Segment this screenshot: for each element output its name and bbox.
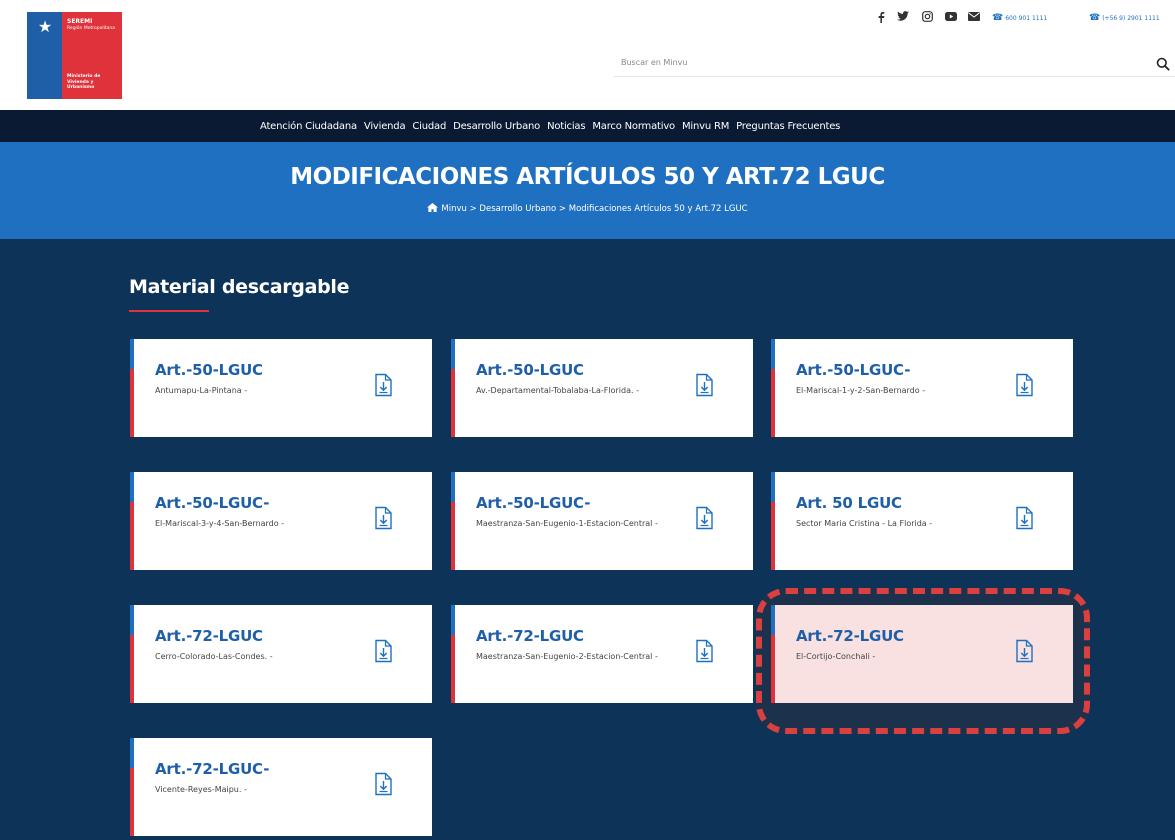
- card-title: Art.-50-LGUC-: [155, 494, 270, 512]
- card-subtitle: Antumapu-La-Pintana -: [155, 386, 248, 395]
- card-title: Art.-72-LGUC: [476, 627, 584, 645]
- nav-item-marco-normativo[interactable]: Marco Normativo: [592, 121, 675, 132]
- nav-item-noticias[interactable]: Noticias: [547, 121, 586, 132]
- phone-icon: ☎: [992, 13, 1004, 23]
- download-card[interactable]: Art.-72-LGUC Maestranza-San-Eugenio-2-Es…: [451, 605, 753, 703]
- nav-item-ciudad[interactable]: Ciudad: [412, 121, 446, 132]
- card-subtitle: Cerro-Colorado-Las-Condes. -: [155, 652, 273, 661]
- download-card[interactable]: Art.-50-LGUC Av.-Departamental-Tobalaba-…: [451, 339, 753, 437]
- page-title: MODIFICACIONES ARTÍCULOS 50 Y ART.72 LGU…: [290, 164, 885, 190]
- nav-item-atencion-ciudadana[interactable]: Atención Ciudadana: [260, 121, 357, 132]
- phone-link-2[interactable]: ☎ (+56 9) 2901 1111: [1089, 11, 1160, 25]
- section-underline: [129, 310, 209, 312]
- card-subtitle: Sector Maria Cristina - La Florida -: [796, 519, 933, 528]
- download-card[interactable]: Art. 50 LGUC Sector Maria Cristina - La …: [771, 472, 1073, 570]
- download-file-icon[interactable]: [1014, 373, 1034, 397]
- home-icon[interactable]: [427, 203, 439, 212]
- download-card[interactable]: Art.-72-LGUC Cerro-Colorado-Las-Condes. …: [130, 605, 432, 703]
- card-title: Art.-50-LGUC: [155, 361, 263, 379]
- card-title: Art.-72-LGUC: [155, 627, 263, 645]
- search-input[interactable]: [621, 58, 1121, 67]
- download-file-icon[interactable]: [373, 506, 393, 530]
- download-file-icon[interactable]: [694, 373, 714, 397]
- card-subtitle: Vicente-Reyes-Maipu. -: [155, 785, 247, 794]
- download-file-icon[interactable]: [694, 639, 714, 663]
- card-title: Art.-72-LGUC: [796, 627, 904, 645]
- nav-item-preguntas-frecuentes[interactable]: Preguntas Frecuentes: [736, 121, 840, 132]
- logo-ministry: Ministerio de Vivienda y Urbanismo: [67, 74, 101, 90]
- card-title: Art.-50-LGUC-: [796, 361, 911, 379]
- card-subtitle: Maestranza-San-Eugenio-2-Estacion-Centra…: [476, 652, 658, 661]
- download-card[interactable]: Art.-72-LGUC- Vicente-Reyes-Maipu. -: [130, 738, 432, 836]
- search-bar: [614, 53, 1175, 77]
- logo-region: Región Metropolitana: [67, 26, 115, 31]
- download-file-icon[interactable]: [373, 373, 393, 397]
- download-file-icon[interactable]: [373, 639, 393, 663]
- coat-of-arms-icon: ★: [37, 17, 53, 36]
- card-subtitle: Maestranza-San-Eugenio-1-Estacion-Centra…: [476, 519, 658, 528]
- download-card-highlighted[interactable]: Art.-72-LGUC El-Cortijo-Conchali -: [771, 605, 1073, 703]
- download-card[interactable]: Art.-50-LGUC Antumapu-La-Pintana -: [130, 339, 432, 437]
- logo-blue-block-lower: [27, 44, 62, 99]
- card-title: Art.-50-LGUC-: [476, 494, 591, 512]
- card-subtitle: El-Mariscal-3-y-4-San-Bernardo -: [155, 519, 285, 528]
- download-card[interactable]: Art.-50-LGUC- El-Mariscal-3-y-4-San-Bern…: [130, 472, 432, 570]
- phone-link-1[interactable]: ☎ 600 901 1111: [992, 11, 1047, 25]
- site-header: ★ SEREMI Región Metropolitana Ministerio…: [0, 0, 1175, 110]
- seremi-logo[interactable]: ★ SEREMI Región Metropolitana Ministerio…: [27, 12, 122, 99]
- logo-org: SEREMI: [67, 18, 93, 25]
- facebook-icon[interactable]: [875, 11, 887, 25]
- breadcrumb-text[interactable]: Minvu > Desarrollo Urbano > Modificacion…: [441, 204, 747, 214]
- download-card[interactable]: Art.-50-LGUC- El-Mariscal-1-y-2-San-Bern…: [771, 339, 1073, 437]
- download-file-icon[interactable]: [694, 506, 714, 530]
- card-title: Art.-50-LGUC: [476, 361, 584, 379]
- nav-item-vivienda[interactable]: Vivienda: [364, 121, 406, 132]
- download-file-icon[interactable]: [1014, 506, 1034, 530]
- nav-item-desarrollo-urbano[interactable]: Desarrollo Urbano: [453, 121, 540, 132]
- nav-item-minvu-rm[interactable]: Minvu RM: [682, 121, 729, 132]
- breadcrumb: Minvu > Desarrollo Urbano > Modificacion…: [0, 203, 1175, 214]
- instagram-icon[interactable]: [920, 11, 934, 25]
- phone-icon: ☎: [1089, 13, 1101, 23]
- download-card[interactable]: Art.-50-LGUC- Maestranza-San-Eugenio-1-E…: [451, 472, 753, 570]
- download-file-icon[interactable]: [1014, 639, 1034, 663]
- card-subtitle: El-Cortijo-Conchali -: [796, 652, 876, 661]
- twitter-icon[interactable]: [896, 11, 910, 25]
- card-subtitle: Av.-Departamental-Tobalaba-La-Florida. -: [476, 386, 639, 395]
- card-title: Art.-72-LGUC-: [155, 760, 270, 778]
- section-title: Material descargable: [129, 276, 350, 298]
- main-nav: Atención Ciudadana Vivienda Ciudad Desar…: [0, 110, 1175, 142]
- card-subtitle: El-Mariscal-1-y-2-San-Bernardo -: [796, 386, 926, 395]
- youtube-icon[interactable]: [944, 11, 958, 25]
- nav-list: Atención Ciudadana Vivienda Ciudad Desar…: [260, 110, 847, 142]
- search-icon[interactable]: [1156, 56, 1170, 71]
- download-file-icon[interactable]: [373, 772, 393, 796]
- card-title: Art. 50 LGUC: [796, 494, 902, 512]
- page-banner: MODIFICACIONES ARTÍCULOS 50 Y ART.72 LGU…: [0, 142, 1175, 239]
- mail-icon[interactable]: [967, 11, 981, 25]
